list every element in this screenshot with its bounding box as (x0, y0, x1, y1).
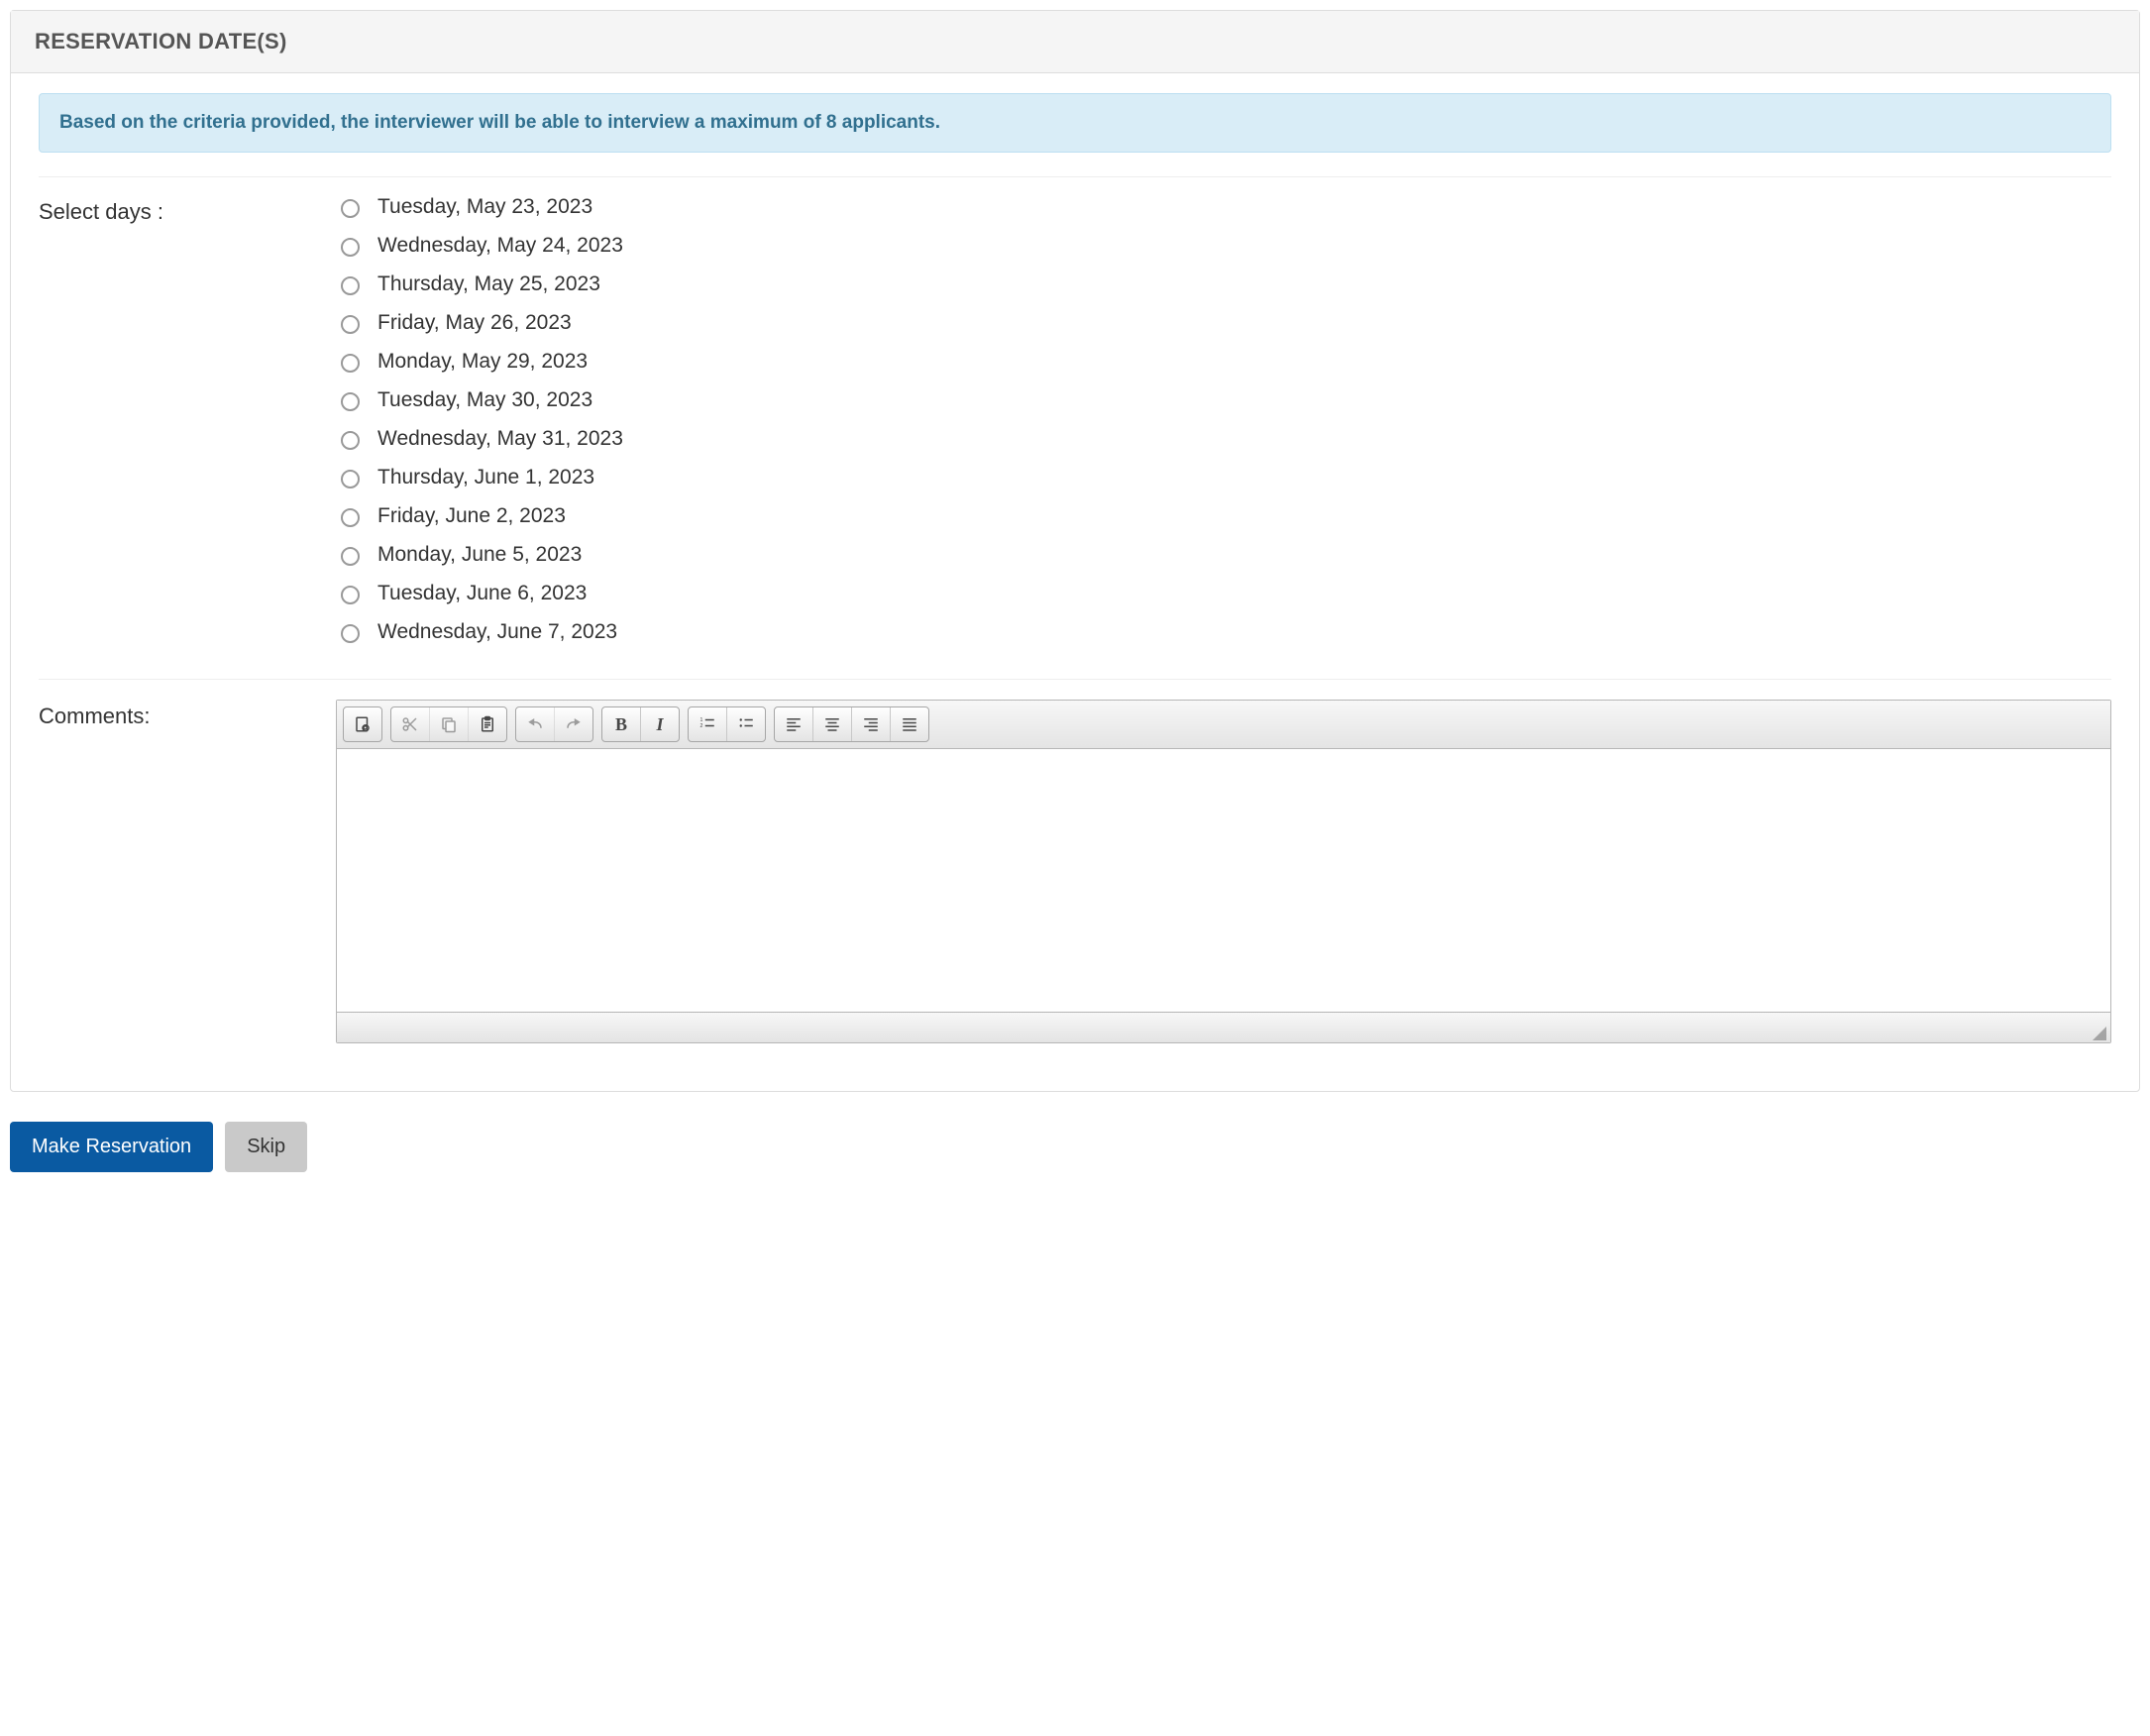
align-left-icon (785, 715, 803, 733)
skip-button[interactable]: Skip (225, 1122, 307, 1172)
day-label: Friday, June 2, 2023 (377, 504, 566, 528)
day-label: Monday, June 5, 2023 (377, 543, 582, 567)
day-radio[interactable] (341, 354, 360, 373)
day-radio[interactable] (341, 470, 360, 488)
day-option[interactable]: Wednesday, May 31, 2023 (336, 427, 2111, 451)
comments-row: Comments: (39, 700, 2111, 1043)
copy-button[interactable] (430, 707, 469, 741)
ordered-list-button[interactable]: 1 2 (689, 707, 727, 741)
divider (39, 679, 2111, 680)
day-label: Monday, May 29, 2023 (377, 350, 588, 374)
align-left-button[interactable] (775, 707, 813, 741)
bold-button[interactable]: B (602, 707, 641, 741)
select-days-label: Select days : (39, 195, 336, 225)
day-option[interactable]: Wednesday, June 7, 2023 (336, 620, 2111, 644)
day-label: Tuesday, June 6, 2023 (377, 582, 587, 605)
cut-button[interactable] (391, 707, 430, 741)
paste-button[interactable] (469, 707, 506, 741)
copy-icon (440, 715, 458, 733)
day-label: Wednesday, May 24, 2023 (377, 234, 623, 258)
align-right-icon (862, 715, 880, 733)
day-label: Thursday, June 1, 2023 (377, 466, 594, 489)
select-days-row: Select days : Tuesday, May 23, 2023 Wedne… (39, 195, 2111, 659)
align-center-icon (823, 715, 841, 733)
day-label: Wednesday, June 7, 2023 (377, 620, 617, 644)
editor-toolbar: B I 1 (337, 701, 2110, 749)
panel-header: RESERVATION DATE(S) (11, 11, 2139, 73)
day-option[interactable]: Tuesday, May 23, 2023 (336, 195, 2111, 219)
day-label: Tuesday, May 30, 2023 (377, 388, 592, 412)
day-option[interactable]: Thursday, June 1, 2023 (336, 466, 2111, 489)
italic-icon: I (656, 714, 663, 735)
divider (39, 176, 2111, 177)
info-alert: Based on the criteria provided, the inte… (39, 93, 2111, 153)
day-option[interactable]: Friday, May 26, 2023 (336, 311, 2111, 335)
align-justify-button[interactable] (891, 707, 928, 741)
day-label: Friday, May 26, 2023 (377, 311, 572, 335)
make-reservation-button[interactable]: Make Reservation (10, 1122, 213, 1172)
scissors-icon (401, 715, 419, 733)
day-option[interactable]: Monday, May 29, 2023 (336, 350, 2111, 374)
align-center-button[interactable] (813, 707, 852, 741)
editor-footer (337, 1012, 2110, 1042)
resize-grip-icon[interactable] (2093, 1027, 2106, 1040)
day-radio[interactable] (341, 199, 360, 218)
unordered-list-icon (737, 715, 755, 733)
align-justify-icon (901, 715, 918, 733)
source-button[interactable] (344, 707, 381, 741)
day-option[interactable]: Tuesday, June 6, 2023 (336, 582, 2111, 605)
day-option[interactable]: Monday, June 5, 2023 (336, 543, 2111, 567)
ordered-list-icon: 1 2 (699, 715, 716, 733)
undo-icon (526, 715, 544, 733)
day-label: Thursday, May 25, 2023 (377, 272, 600, 296)
day-radio[interactable] (341, 276, 360, 295)
source-icon (354, 715, 372, 733)
svg-text:2: 2 (700, 723, 703, 729)
italic-button[interactable]: I (641, 707, 679, 741)
day-radio[interactable] (341, 315, 360, 334)
day-radio[interactable] (341, 238, 360, 257)
panel-body: Based on the criteria provided, the inte… (11, 73, 2139, 1091)
day-label: Tuesday, May 23, 2023 (377, 195, 592, 219)
day-radio[interactable] (341, 624, 360, 643)
clipboard-icon (479, 715, 496, 733)
day-radio[interactable] (341, 547, 360, 566)
redo-button[interactable] (555, 707, 592, 741)
day-radio[interactable] (341, 586, 360, 604)
day-label: Wednesday, May 31, 2023 (377, 427, 623, 451)
bold-icon: B (615, 714, 627, 735)
day-radio[interactable] (341, 392, 360, 411)
panel-title: RESERVATION DATE(S) (35, 29, 287, 54)
align-right-button[interactable] (852, 707, 891, 741)
day-radio[interactable] (341, 508, 360, 527)
day-option[interactable]: Friday, June 2, 2023 (336, 504, 2111, 528)
rich-text-editor: B I 1 (336, 700, 2111, 1043)
undo-button[interactable] (516, 707, 555, 741)
action-bar: Make Reservation Skip (10, 1122, 2140, 1172)
day-radio[interactable] (341, 431, 360, 450)
svg-text:1: 1 (700, 717, 703, 723)
comments-label: Comments: (39, 700, 336, 729)
reservation-panel: RESERVATION DATE(S) Based on the criteri… (10, 10, 2140, 1092)
day-option[interactable]: Thursday, May 25, 2023 (336, 272, 2111, 296)
redo-icon (565, 715, 583, 733)
comments-input[interactable] (337, 749, 2110, 1007)
days-list: Tuesday, May 23, 2023 Wednesday, May 24, … (336, 195, 2111, 659)
unordered-list-button[interactable] (727, 707, 765, 741)
day-option[interactable]: Tuesday, May 30, 2023 (336, 388, 2111, 412)
day-option[interactable]: Wednesday, May 24, 2023 (336, 234, 2111, 258)
